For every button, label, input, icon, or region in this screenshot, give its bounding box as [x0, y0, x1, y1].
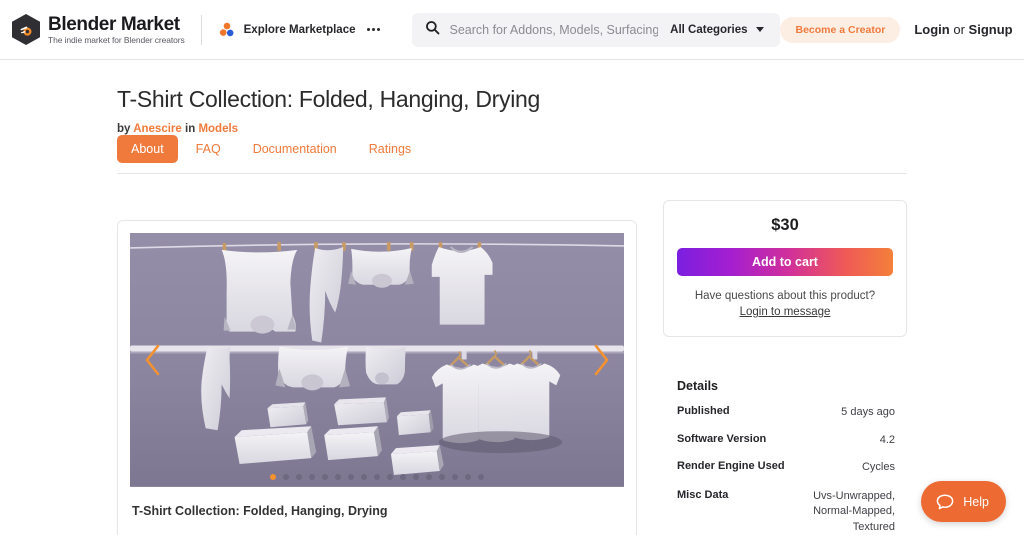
detail-value: 4.2: [880, 433, 895, 449]
auth-links: Login or Signup: [914, 22, 1012, 37]
carousel-dot[interactable]: [361, 474, 367, 480]
content-container: T-Shirt Collection: Folded, Hanging, Dry…: [117, 86, 907, 535]
carousel-dot[interactable]: [439, 474, 445, 480]
carousel-dot[interactable]: [335, 474, 341, 480]
tab-faq[interactable]: FAQ: [182, 135, 235, 163]
carousel-dot[interactable]: [309, 474, 315, 480]
detail-key: Misc Data: [677, 489, 728, 501]
login-link[interactable]: Login: [914, 22, 949, 37]
detail-key: Published: [677, 405, 730, 417]
carousel-prev-button[interactable]: [136, 337, 170, 383]
product-tabs: About FAQ Documentation Ratings: [117, 135, 907, 174]
detail-value: Uvs-Unwrapped, Normal-Mapped, Textured: [791, 489, 895, 535]
chevron-left-icon: [142, 343, 164, 377]
carousel-dot[interactable]: [465, 474, 471, 480]
page-title: T-Shirt Collection: Folded, Hanging, Dry…: [117, 86, 907, 113]
header-divider: [201, 15, 202, 45]
byline-by: by: [117, 123, 130, 135]
chevron-down-icon: [756, 27, 764, 32]
site-header: Blender Market The indie market for Blen…: [0, 0, 1024, 60]
carousel-dot[interactable]: [270, 474, 276, 480]
blender-market-logo-icon: [12, 14, 40, 45]
search-input[interactable]: [449, 23, 658, 37]
add-to-cart-button[interactable]: Add to cart: [677, 248, 893, 276]
detail-row-software-version: Software Version 4.2: [677, 433, 895, 449]
carousel-dot[interactable]: [452, 474, 458, 480]
header-right-actions: Become a Creator Login or Signup: [780, 17, 1024, 43]
detail-value: Cycles: [862, 460, 895, 476]
carousel-dot[interactable]: [322, 474, 328, 480]
byline: by Anescire in Models: [117, 123, 907, 135]
carousel-dot[interactable]: [296, 474, 302, 480]
detail-value: 5 days ago: [841, 405, 895, 421]
product-description: T-Shirt Collection: Folded, Hanging, Dry…: [118, 487, 636, 535]
marketplace-dots-icon: [218, 21, 236, 39]
detail-row-published: Published 5 days ago: [677, 405, 895, 421]
carousel-dot[interactable]: [387, 474, 393, 480]
description-title: T-Shirt Collection: Folded, Hanging, Dry…: [132, 504, 622, 518]
detail-row-render-engine: Render Engine Used Cycles: [677, 460, 895, 476]
signup-link[interactable]: Signup: [969, 22, 1013, 37]
carousel-dot[interactable]: [426, 474, 432, 480]
carousel-dot[interactable]: [478, 474, 484, 480]
brand-name: Blender Market: [48, 15, 185, 34]
details-section: Details Published 5 days ago Software Ve…: [663, 379, 907, 535]
tab-documentation[interactable]: Documentation: [239, 135, 351, 163]
page-body: T-Shirt Collection: Folded, Hanging, Dry…: [0, 60, 1024, 535]
brand-tagline: The indie market for Blender creators: [48, 36, 185, 45]
tab-about[interactable]: About: [117, 135, 178, 163]
chat-bubble-icon: [935, 492, 955, 512]
become-a-creator-button[interactable]: Become a Creator: [780, 17, 900, 43]
carousel-dot[interactable]: [374, 474, 380, 480]
tab-ratings[interactable]: Ratings: [355, 135, 425, 163]
purchase-card: $30 Add to cart Have questions about thi…: [663, 200, 907, 337]
page-root: Blender Market The indie market for Blen…: [0, 0, 1024, 535]
category-dropdown-label: All Categories: [670, 24, 747, 36]
product-image: [130, 233, 624, 486]
carousel-next-button[interactable]: [584, 337, 618, 383]
category-dropdown[interactable]: All Categories: [658, 24, 774, 36]
right-column: $30 Add to cart Have questions about thi…: [663, 200, 907, 535]
search-bar[interactable]: All Categories: [412, 13, 780, 47]
category-link[interactable]: Models: [198, 123, 238, 135]
login-to-message-link[interactable]: Login to message: [740, 306, 831, 318]
product-image-carousel[interactable]: [130, 233, 624, 487]
gallery-card: T-Shirt Collection: Folded, Hanging, Dry…: [117, 220, 637, 535]
left-column: T-Shirt Collection: Folded, Hanging, Dry…: [117, 200, 642, 535]
details-heading: Details: [677, 379, 895, 393]
carousel-dot[interactable]: [283, 474, 289, 480]
explore-marketplace-button[interactable]: Explore Marketplace: [218, 21, 381, 39]
help-widget-label: Help: [963, 495, 989, 509]
carousel-dot[interactable]: [413, 474, 419, 480]
byline-in: in: [185, 123, 195, 135]
auth-or-text: or: [950, 22, 969, 37]
author-link[interactable]: Anescire: [133, 123, 182, 135]
detail-key: Render Engine Used: [677, 460, 785, 472]
help-widget-button[interactable]: Help: [921, 481, 1006, 522]
brand-text-block: Blender Market The indie market for Blen…: [48, 14, 185, 45]
carousel-dot[interactable]: [348, 474, 354, 480]
carousel-dot[interactable]: [400, 474, 406, 480]
more-menu-icon[interactable]: [367, 28, 380, 31]
chevron-right-icon: [590, 343, 612, 377]
questions-text: Have questions about this product?: [677, 290, 893, 302]
search-icon: [425, 20, 440, 40]
explore-marketplace-label: Explore Marketplace: [244, 24, 356, 36]
carousel-dots[interactable]: [130, 474, 624, 480]
detail-key: Software Version: [677, 433, 766, 445]
two-column-layout: T-Shirt Collection: Folded, Hanging, Dry…: [117, 200, 907, 535]
detail-row-misc-data: Misc Data Uvs-Unwrapped, Normal-Mapped, …: [677, 489, 895, 535]
price-label: $30: [677, 216, 893, 235]
brand-logo[interactable]: Blender Market The indie market for Blen…: [12, 14, 185, 45]
